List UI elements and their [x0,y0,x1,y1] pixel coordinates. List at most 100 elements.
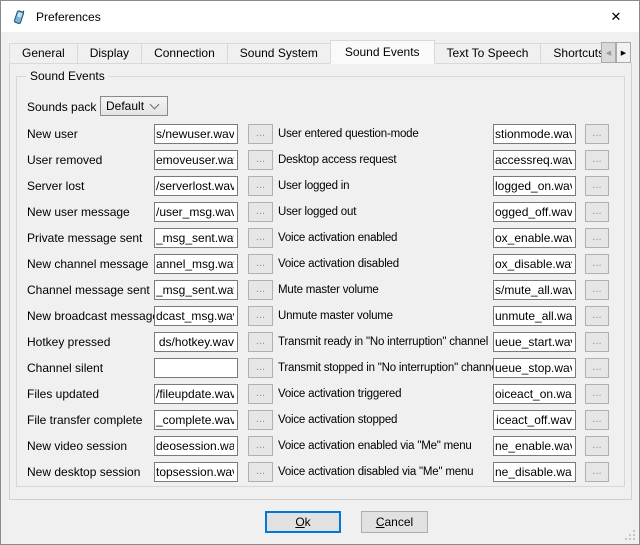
sound-event-label: New user message [27,205,154,219]
browse-button[interactable]: ... [248,436,273,456]
browse-button[interactable]: ... [248,124,273,144]
sound-file-input[interactable] [493,306,576,326]
browse-button[interactable]: ... [248,150,273,170]
browse-button[interactable]: ... [585,228,609,248]
sound-file-input[interactable] [154,228,238,248]
browse-button[interactable]: ... [248,410,273,430]
browse-button[interactable]: ... [248,254,273,274]
app-icon [11,9,27,25]
sound-file-input[interactable] [493,410,576,430]
tab-connection[interactable]: Connection [141,43,228,64]
tab-display[interactable]: Display [77,43,142,64]
sound-file-input[interactable] [493,176,576,196]
browse-button[interactable]: ... [248,462,273,482]
browse-button[interactable]: ... [248,280,273,300]
browse-button[interactable]: ... [585,436,609,456]
sound-event-row: Unmute master volume... [278,306,609,326]
tab-scroll-right-button[interactable]: ▶ [616,42,631,63]
sound-event-label: New video session [27,439,154,453]
browse-button[interactable]: ... [248,202,273,222]
sound-event-row: File transfer complete... [27,410,273,430]
tab-sound-events[interactable]: Sound Events [330,40,435,64]
sound-file-input[interactable] [493,384,576,404]
browse-button[interactable]: ... [585,462,609,482]
browse-button[interactable]: ... [248,228,273,248]
sound-file-input[interactable] [493,462,576,482]
sound-event-label: Voice activation enabled via "Me" menu [278,440,493,452]
sound-event-label: User removed [27,153,154,167]
sound-event-label: Voice activation stopped [278,414,493,426]
sound-event-row: Mute master volume... [278,280,609,300]
sound-event-row: User entered question-mode... [278,124,609,144]
tab-text-to-speech[interactable]: Text To Speech [434,43,542,64]
sound-file-input[interactable] [493,202,576,222]
browse-button[interactable]: ... [248,176,273,196]
sound-file-input[interactable] [154,254,238,274]
resize-grip[interactable] [633,538,635,540]
sound-event-label: Unmute master volume [278,310,493,322]
sound-file-input[interactable] [154,280,238,300]
sound-event-label: Channel silent [27,361,154,375]
groupbox-title: Sound Events [26,69,109,83]
sound-event-row: New channel message... [27,254,273,274]
browse-button[interactable]: ... [585,410,609,430]
sound-file-input[interactable] [154,124,238,144]
browse-button[interactable]: ... [585,176,609,196]
close-icon: ✕ [611,9,622,25]
sound-file-input[interactable] [154,358,238,378]
browse-button[interactable]: ... [585,254,609,274]
sound-file-input[interactable] [154,462,238,482]
browse-button[interactable]: ... [248,358,273,378]
sounds-pack-select[interactable]: Default [100,96,168,116]
sound-file-input[interactable] [154,384,238,404]
sound-event-label: Files updated [27,387,154,401]
browse-button[interactable]: ... [248,306,273,326]
browse-button[interactable]: ... [248,332,273,352]
sound-file-input[interactable] [154,332,238,352]
sound-file-input[interactable] [154,176,238,196]
browse-button[interactable]: ... [585,124,609,144]
sound-file-input[interactable] [493,436,576,456]
sound-event-row: Voice activation enabled via "Me" menu..… [278,436,609,456]
tab-sound-system[interactable]: Sound System [227,43,331,64]
sound-file-input[interactable] [493,124,576,144]
browse-button[interactable]: ... [248,384,273,404]
sound-file-input[interactable] [493,332,576,352]
sound-event-label: New broadcast message [27,309,154,323]
close-button[interactable]: ✕ [603,7,629,27]
browse-button[interactable]: ... [585,280,609,300]
sound-file-input[interactable] [154,436,238,456]
sounds-pack-label: Sounds pack [27,97,96,117]
browse-button[interactable]: ... [585,332,609,352]
sound-events-groupbox: Sound Events Sounds pack Default New use… [16,76,625,487]
sound-file-input[interactable] [493,150,576,170]
sound-event-row: Transmit stopped in "No interruption" ch… [278,358,609,378]
sound-file-input[interactable] [493,254,576,274]
sound-event-row: Channel message sent... [27,280,273,300]
browse-button[interactable]: ... [585,358,609,378]
sound-file-input[interactable] [493,358,576,378]
browse-button[interactable]: ... [585,384,609,404]
sound-event-label: User entered question-mode [278,128,493,140]
sound-event-label: New channel message [27,257,154,271]
sound-event-row: Voice activation disabled... [278,254,609,274]
sound-event-row: Desktop access request... [278,150,609,170]
sound-file-input[interactable] [154,202,238,222]
browse-button[interactable]: ... [585,306,609,326]
tab-scroll-left-button[interactable]: ◀ [601,42,616,63]
browse-button[interactable]: ... [585,150,609,170]
browse-button[interactable]: ... [585,202,609,222]
tab-general[interactable]: General [9,43,78,64]
tab-bar: GeneralDisplayConnectionSound SystemSoun… [9,40,601,64]
sound-file-input[interactable] [493,280,576,300]
tab-shortcuts[interactable]: Shortcuts [540,43,601,64]
sound-file-input[interactable] [154,306,238,326]
sound-event-label: Channel message sent [27,283,154,297]
sound-file-input[interactable] [154,410,238,430]
cancel-button[interactable]: Cancel [361,511,428,533]
ok-button[interactable]: Ok [265,511,341,533]
sound-file-input[interactable] [154,150,238,170]
sound-file-input[interactable] [493,228,576,248]
sound-event-row: User logged in... [278,176,609,196]
window-title: Preferences [36,10,101,24]
